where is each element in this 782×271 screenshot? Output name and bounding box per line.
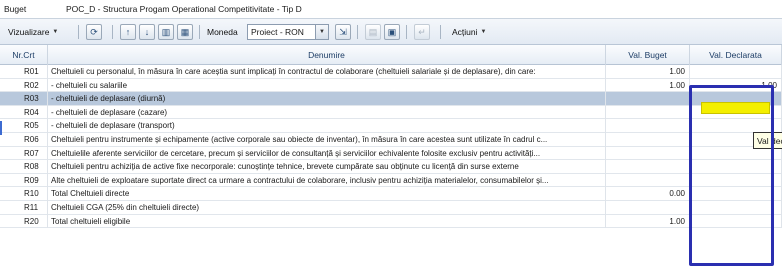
row-val-buget: 1.00 — [606, 65, 690, 79]
row-code: R01 — [0, 65, 48, 79]
row-denumire: - cheltuieli de deplasare (diurnă) — [48, 92, 606, 106]
row-denumire: - cheltuieli de deplasare (cazare) — [48, 105, 606, 120]
table-row[interactable]: R09 Alte cheltuieli de exploatare suporta… — [0, 173, 782, 188]
enter-icon[interactable]: ↵ — [414, 24, 430, 40]
column-header-denumire[interactable]: Denumire — [48, 45, 606, 65]
row-val-buget — [606, 92, 690, 106]
column-header-val-declarata[interactable]: Val. Declarata — [690, 45, 782, 65]
table-row[interactable]: R08 Cheltuieli pentru achiziția de active… — [0, 160, 782, 174]
row-denumire: Cheltuielile aferente serviciilor de cer… — [48, 146, 606, 161]
row-code: R11 — [0, 201, 48, 215]
columns-icon[interactable]: ▤ — [365, 24, 381, 40]
actions-menu-button[interactable]: Acțiuni ▼ — [452, 24, 486, 40]
row-denumire: Cheltuieli CGA (25% din cheltuieli direc… — [48, 201, 606, 215]
grid-header: Nr.Crt Denumire Val. Buget Val. Declarat… — [0, 45, 782, 65]
row-denumire: Alte cheltuieli de exploatare suportate … — [48, 173, 606, 188]
row-marker — [0, 121, 2, 135]
title-bar: Buget POC_D - Structura Progam Operation… — [0, 0, 782, 19]
row-code: R20 — [0, 214, 48, 229]
row-code: R10 — [0, 187, 48, 201]
row-denumire: - cheltuieli cu salariile — [48, 78, 606, 93]
table-row[interactable]: R05- cheltuieli de deplasare (transport) — [0, 119, 782, 133]
row-code: R05 — [0, 119, 48, 133]
chevron-down-icon: ▼ — [52, 29, 59, 35]
chart-icon[interactable]: ▥ — [158, 24, 174, 40]
row-val-buget — [606, 173, 690, 188]
row-val-buget — [606, 146, 690, 161]
row-val-buget: 0.00 — [606, 187, 690, 201]
row-denumire: Total Cheltuieli directe — [48, 187, 606, 201]
table-row[interactable]: R02- cheltuieli cu salariile 1.00 1.00 — [0, 78, 782, 93]
row-val-buget — [606, 160, 690, 174]
table-row[interactable]: R04- cheltuieli de deplasare (cazare) — [0, 105, 782, 120]
table-row[interactable]: R10 Total Cheltuieli directe 0.00 — [0, 187, 782, 201]
export-icon[interactable]: ⇲ — [335, 24, 351, 40]
row-val-buget — [606, 201, 690, 215]
calculator-icon[interactable]: ▦ — [177, 24, 193, 40]
currency-label: Moneda — [207, 27, 238, 37]
table-row[interactable]: R06 Cheltuieli pentru instrumente și echi… — [0, 133, 782, 147]
row-code: R02 — [0, 78, 48, 93]
window-subtitle: POC_D - Structura Progam Operational Com… — [66, 4, 302, 14]
toolbar-divider — [357, 25, 358, 39]
row-val-buget — [606, 133, 690, 147]
toolbar-divider — [440, 25, 441, 39]
row-val-declarata[interactable] — [690, 65, 782, 79]
table-row[interactable]: R20 Total cheltuieli eligibile 1.00 — [0, 214, 782, 229]
row-val-buget: 1.00 — [606, 214, 690, 229]
actions-menu-label: Acțiuni — [452, 27, 478, 37]
toolbar-divider — [78, 25, 79, 39]
chevron-down-icon: ▼ — [315, 25, 328, 39]
view-menu-label: Vizualizare — [8, 27, 50, 37]
row-code: R09 — [0, 173, 48, 188]
row-code: R04 — [0, 105, 48, 120]
excel-icon[interactable]: ▣ — [384, 24, 400, 40]
toolbar-divider — [406, 25, 407, 39]
currency-select-value: Proiect - RON — [251, 27, 304, 37]
column-header-val-buget[interactable]: Val. Buget — [606, 45, 690, 65]
row-val-buget — [606, 105, 690, 120]
table-row[interactable]: R07 Cheltuielile aferente serviciilor de … — [0, 146, 782, 161]
table-row[interactable]: R01 Cheltuieli cu personalul, în măsura î… — [0, 65, 782, 79]
refresh-icon[interactable]: ⟳ — [86, 24, 102, 40]
row-code: R03 — [0, 92, 48, 106]
row-code: R06 — [0, 133, 48, 147]
toolbar-divider — [199, 25, 200, 39]
toolbar: Vizualizare ▼ ⟳ ↑ ↓ ▥ ▦ Moneda Proiect -… — [0, 19, 782, 45]
view-menu-button[interactable]: Vizualizare ▼ — [8, 24, 58, 40]
sort-desc-icon[interactable]: ↓ — [139, 24, 155, 40]
highlight-box — [689, 85, 774, 266]
table-row[interactable]: R11 Cheltuieli CGA (25% din cheltuieli di… — [0, 201, 782, 215]
row-denumire: Cheltuieli pentru achiziția de active fi… — [48, 160, 606, 174]
column-header-cod[interactable]: Nr.Crt — [0, 45, 48, 65]
row-denumire: Total cheltuieli eligibile — [48, 214, 606, 229]
row-denumire: Cheltuieli pentru instrumente și echipam… — [48, 133, 606, 147]
table-row[interactable]: R03- cheltuieli de deplasare (diurnă) — [0, 92, 782, 106]
window-title: Buget — [4, 4, 27, 14]
row-val-buget: 1.00 — [606, 78, 690, 93]
row-code: R08 — [0, 160, 48, 174]
row-code: R07 — [0, 146, 48, 161]
row-denumire: Cheltuieli cu personalul, în măsura în c… — [48, 65, 606, 79]
row-val-buget — [606, 119, 690, 133]
toolbar-divider — [112, 25, 113, 39]
row-denumire: - cheltuieli de deplasare (transport) — [48, 119, 606, 133]
currency-select[interactable]: Proiect - RON ▼ — [247, 24, 329, 40]
sort-asc-icon[interactable]: ↑ — [120, 24, 136, 40]
chevron-down-icon: ▼ — [480, 29, 487, 35]
